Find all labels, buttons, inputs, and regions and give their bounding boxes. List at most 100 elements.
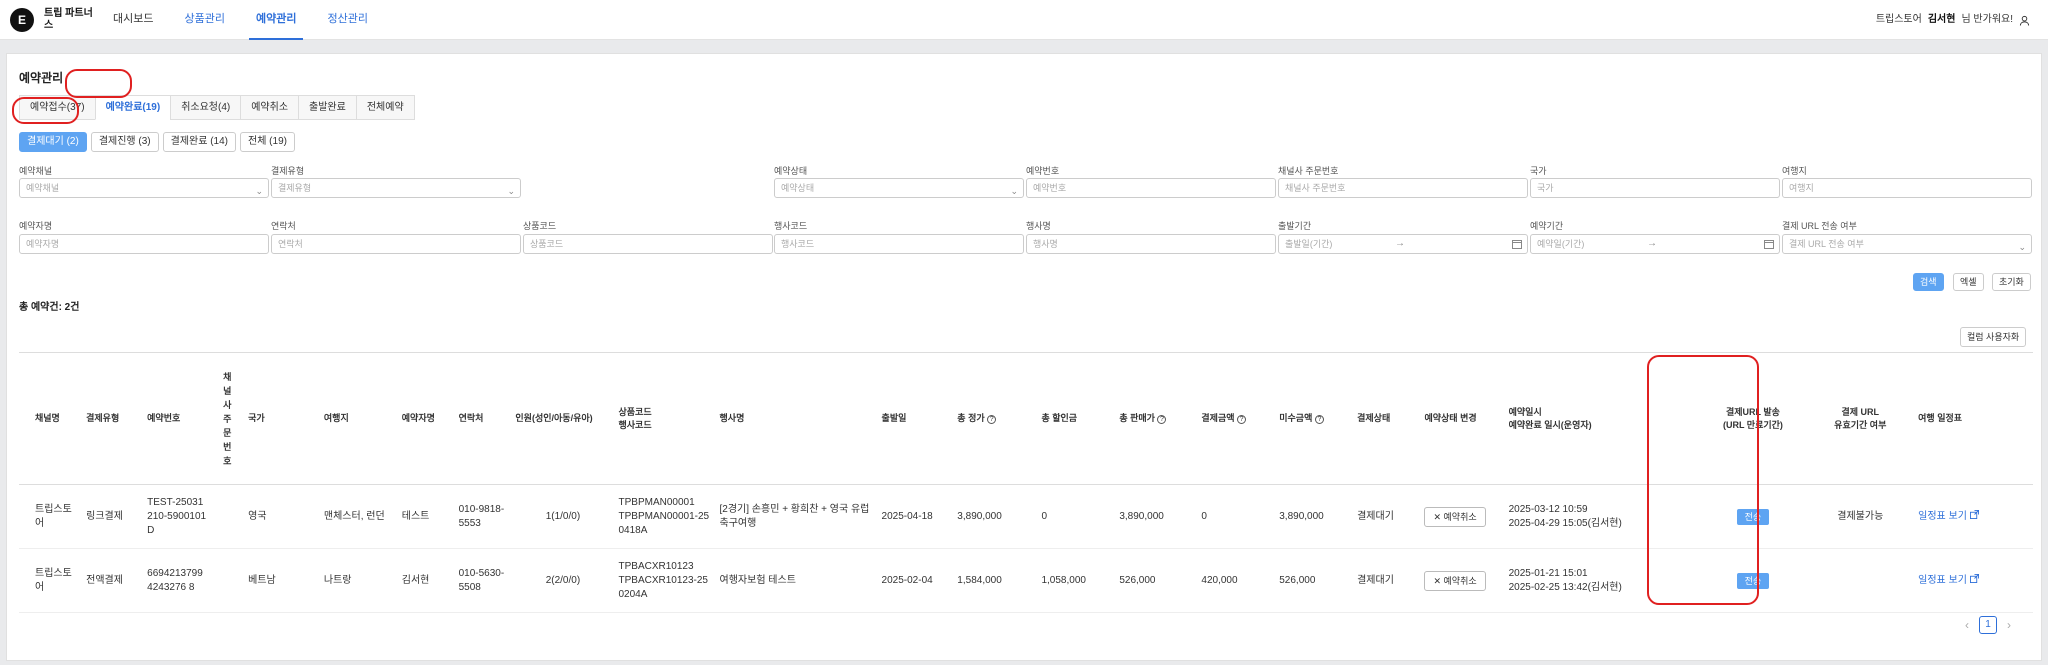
cancel-reservation-button[interactable]: ✕ 예약취소 [1424, 570, 1486, 591]
cell-order-no [210, 484, 245, 549]
product-code: TPBACXR10123 [618, 560, 694, 572]
product-code-input[interactable]: 상품코드 [523, 234, 773, 254]
channel-select[interactable]: 예약채널 ⌄ [19, 178, 269, 198]
page-number[interactable]: 1 [1979, 616, 1997, 634]
external-link-icon[interactable] [1969, 509, 1979, 519]
booker-input[interactable]: 예약자명 [19, 234, 269, 254]
user-icon[interactable] [2019, 15, 2030, 26]
th-unpaid-cell: 미수금액 ? [1275, 352, 1354, 485]
user-name: 김서현 [1927, 14, 1956, 25]
url-sent-select[interactable]: 결제 URL 전송 여부 ⌄ [1782, 234, 2032, 254]
filter-label-url-sent: 결제 URL 전송 여부 [1782, 221, 1857, 231]
th-status-change: 예약상태 변경 [1420, 352, 1505, 485]
cell-total-sale: 3,890,000 [1115, 484, 1198, 549]
excel-button[interactable]: 엑셀 [1953, 273, 1984, 291]
cell-pay-status: 결제대기 [1353, 548, 1421, 613]
depart-range-input[interactable]: 출발일(기간) → [1278, 234, 1528, 254]
subtab-paid[interactable]: 결제완료 (14) [162, 132, 236, 152]
cell-total-sale: 526,000 [1115, 548, 1198, 613]
filter-label-status: 예약상태 [774, 166, 808, 176]
calendar-icon [1512, 240, 1522, 249]
th-channel: 채널명 [19, 352, 83, 485]
depart-start-placeholder: 출발일(기간) [1285, 239, 1333, 249]
tab-all[interactable]: 전체예약 [355, 95, 415, 120]
itinerary-link[interactable]: 일정표 보기 [1918, 575, 1967, 586]
nav-settlement[interactable]: 정산관리 [320, 0, 374, 40]
external-link-icon[interactable] [1969, 573, 1979, 583]
cell-codes: TPBPMAN00001 TPBPMAN00001-250418A [614, 484, 716, 549]
top-bar: E 트립 파트너스 대시보드 상품관리 예약관리 정산관리 트립스토어 김서현 … [0, 0, 2048, 40]
th-booker: 예약자명 [397, 352, 455, 485]
column-custom-button[interactable]: 컬럼 사용자화 [1960, 327, 2027, 347]
cell-channel: 트립스토어 [19, 548, 83, 613]
paytype-select[interactable]: 결제유형 ⌄ [271, 178, 521, 198]
th-codes: 상품코드 행사코드 [614, 352, 716, 485]
th-total-price: 총 정가 [957, 413, 985, 423]
cell-total-price: 3,890,000 [953, 484, 1038, 549]
resno-input[interactable]: 예약번호 [1026, 178, 1276, 198]
logo-icon[interactable]: E [10, 8, 34, 32]
cell-status-change: ✕ 예약취소 [1420, 484, 1505, 549]
cell-unpaid: 3,890,000 [1275, 484, 1354, 549]
event-code: TPBACXR10123-250204A [618, 574, 709, 600]
user-area: 트립스토어 김서현 님 반가워요! [1876, 0, 2030, 40]
th-country: 국가 [244, 352, 320, 485]
phone-input[interactable]: 연락처 [271, 234, 521, 254]
cell-destination: 나트랑 [319, 548, 398, 613]
cell-total-price: 1,584,000 [953, 548, 1038, 613]
logo-text[interactable]: 트립 파트너스 [44, 8, 94, 32]
orderno-input[interactable]: 채널사 주문번호 [1278, 178, 1528, 198]
status-select[interactable]: 예약상태 ⌄ [774, 178, 1024, 198]
nav-products[interactable]: 상품관리 [177, 0, 231, 40]
res-start-placeholder: 예약일(기간) [1537, 239, 1585, 249]
event-name-input[interactable]: 행사명 [1026, 234, 1276, 254]
subtab-in-progress[interactable]: 결제진행 (3) [90, 132, 159, 152]
cell-itinerary: 일정표 보기 [1898, 548, 2033, 613]
tab-cancelled[interactable]: 예약취소 [240, 95, 300, 120]
reset-button[interactable]: 초기화 [1992, 273, 2031, 291]
itinerary-link[interactable]: 일정표 보기 [1918, 511, 1967, 522]
country-input[interactable]: 국가 [1530, 178, 1780, 198]
question-circle-icon[interactable]: ? [987, 415, 997, 424]
question-circle-icon[interactable]: ? [1237, 415, 1247, 424]
chevron-right-icon[interactable]: › [2007, 618, 2011, 632]
cell-event[interactable]: 여행자보험 테스트 [715, 548, 878, 613]
cell-res-no[interactable]: TEST-25031210-5900101D [143, 484, 211, 549]
destination-input[interactable]: 여행지 [1782, 178, 2032, 198]
search-button[interactable]: 검색 [1913, 273, 1944, 291]
page-title: 예약관리 [19, 71, 64, 85]
chevron-down-icon: ⌄ [1010, 186, 1018, 196]
th-itinerary: 여행 일정표 [1898, 352, 2033, 485]
cell-country: 영국 [244, 484, 320, 549]
tab-completed[interactable]: 예약완료(19) [94, 95, 172, 120]
th-event: 행사명 [715, 352, 878, 485]
tab-departed[interactable]: 출발완료 [298, 95, 357, 120]
subtab-pending[interactable]: 결제대기 (2) [19, 132, 87, 152]
th-pay-type: 결제유형 [82, 352, 144, 485]
question-circle-icon[interactable]: ? [1157, 415, 1167, 424]
cell-booker: 김서현 [397, 548, 455, 613]
th-total-sale-cell: 총 판매가 ? [1115, 352, 1198, 485]
total-count: 총 예약건: 2건 [19, 302, 80, 313]
question-circle-icon[interactable]: ? [1314, 415, 1324, 424]
cell-res-no[interactable]: 66942137994243276 8 [143, 548, 211, 613]
event-code-input[interactable]: 행사코드 [774, 234, 1024, 254]
tab-cancel-request[interactable]: 취소요청(4) [170, 95, 242, 120]
filter-label-event-name: 행사명 [1026, 221, 1051, 231]
res-range-input[interactable]: 예약일(기간) → [1530, 234, 1780, 254]
th-unpaid: 미수금액 [1279, 413, 1313, 423]
subtab-all[interactable]: 전체 (19) [240, 132, 295, 152]
filter-label-phone: 연락처 [271, 221, 296, 231]
cell-event[interactable]: [2경기] 손흥민 + 황희찬 + 영국 유럽 축구여행 [715, 484, 878, 549]
nav-dashboard[interactable]: 대시보드 [106, 0, 160, 40]
cell-paid: 420,000 [1197, 548, 1276, 613]
nav-reservations[interactable]: 예약관리 [248, 0, 304, 40]
cancel-reservation-button[interactable]: ✕ 예약취소 [1424, 506, 1486, 527]
chevron-left-icon[interactable]: ‹ [1965, 618, 1969, 632]
arrow-right-icon: → [1395, 238, 1405, 249]
filter-label-paytype: 결제유형 [271, 166, 305, 176]
th-order-no: 채널사주문번호 [210, 352, 245, 485]
chevron-down-icon: ⌄ [2018, 242, 2026, 252]
greeting: 님 반가워요! [1961, 14, 2013, 25]
highlight-tab [65, 69, 132, 98]
